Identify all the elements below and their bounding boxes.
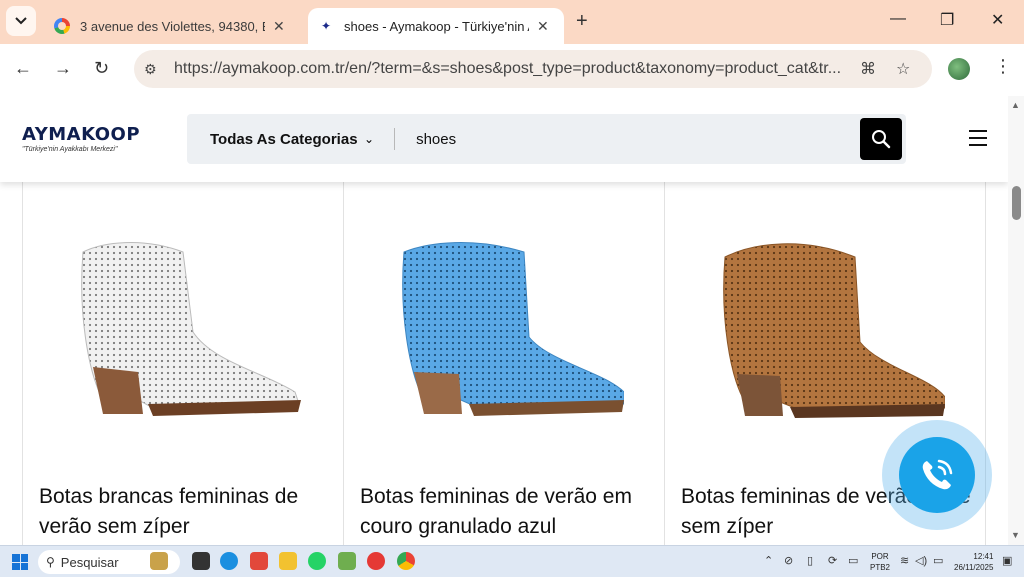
chrome-icon[interactable] [397, 552, 415, 570]
language-indicator[interactable]: POR PTB2 [870, 551, 890, 573]
web-page: AYMAKOOP "Türkiye'nin Ayakkabı Merkezi" … [0, 96, 1008, 545]
browser-toolbar: ← → ↻ ⚙ https://aymakoop.com.tr/en/?term… [0, 44, 1024, 96]
page-scrollbar[interactable]: ▲ ▼ [1008, 96, 1024, 545]
logo-tagline: "Türkiye'nin Ayakkabı Merkezi" [22, 146, 118, 153]
keyboard-layout: PTB2 [870, 563, 891, 572]
aymakoop-icon: ✦ [320, 19, 332, 33]
close-icon[interactable]: ✕ [273, 18, 285, 35]
call-button[interactable] [882, 420, 992, 530]
category-select[interactable]: Todas As Categorias [210, 131, 366, 148]
taskbar-clock[interactable]: 12:41 26/11/2025 [954, 551, 993, 573]
search-divider [394, 128, 396, 150]
edge-icon[interactable] [220, 552, 238, 570]
call-button-inner [899, 437, 975, 513]
address-bar[interactable]: ⚙ https://aymakoop.com.tr/en/?term=&s=sh… [134, 50, 932, 88]
anydesk-icon[interactable] [250, 552, 268, 570]
search-icon [872, 130, 891, 149]
tray-app-icon[interactable]: ▭ [848, 554, 858, 567]
tab-title: 3 avenue des Violettes, 94380, Bon [80, 18, 265, 34]
phone-icon [922, 459, 953, 490]
windows-start-icon[interactable] [12, 554, 28, 570]
language-code: POR [871, 552, 889, 561]
profile-avatar[interactable] [948, 58, 970, 80]
product-grid: Botas brancas femininas de verão sem zíp… [22, 182, 986, 545]
site-info-icon[interactable]: ⚙ [144, 61, 164, 78]
new-tab-button[interactable]: + [576, 10, 588, 33]
logo-text: AYMAKOOP [22, 124, 141, 145]
browser-tabstrip: 3 avenue des Violettes, 94380, Bon ✕ ✦ s… [0, 0, 1024, 44]
bookmark-star-icon[interactable]: ☆ [896, 59, 910, 79]
widget-icon[interactable] [150, 552, 168, 570]
product-card[interactable]: Botas brancas femininas de verão sem zíp… [22, 182, 344, 545]
restore-icon[interactable]: ❐ [940, 10, 954, 30]
notification-icon[interactable]: ▣ [1002, 554, 1012, 567]
menu-icon[interactable] [969, 130, 987, 151]
product-name[interactable]: Botas femininas de verão em couro granul… [360, 482, 656, 542]
opera-icon[interactable] [367, 552, 385, 570]
site-logo[interactable]: AYMAKOOP "Türkiye'nin Ayakkabı Merkezi" [22, 124, 140, 153]
scroll-up-icon[interactable]: ▲ [1011, 100, 1020, 110]
battery-icon[interactable]: ▭ [933, 554, 943, 567]
search-button[interactable] [860, 118, 902, 160]
wifi-icon[interactable]: ≋ [900, 554, 909, 567]
product-image-beige-boot[interactable] [705, 232, 945, 432]
back-icon[interactable]: ← [14, 58, 32, 79]
clock-time: 12:41 [973, 552, 994, 561]
scrollbar-thumb[interactable] [1012, 186, 1021, 220]
translate-icon[interactable]: ⌘ [860, 59, 876, 79]
search-input[interactable] [416, 130, 797, 148]
whatsapp-icon[interactable] [308, 552, 326, 570]
search-bar: Todas As Categorias ⌄ [187, 114, 906, 164]
taskview-icon[interactable] [192, 552, 210, 570]
chevron-down-icon [15, 17, 27, 25]
scroll-down-icon[interactable]: ▼ [1011, 530, 1020, 540]
usb-icon[interactable]: ▯ [807, 554, 813, 567]
network-off-icon[interactable]: ⊘ [784, 554, 793, 567]
chevron-up-icon[interactable]: ⌃ [764, 554, 773, 567]
reload-icon[interactable]: ↻ [94, 58, 109, 79]
url-text[interactable]: https://aymakoop.com.tr/en/?term=&s=shoe… [174, 60, 842, 78]
windows-taskbar: ⚲ Pesquisar ⌃ ⊘ ▯ ⟳ ▭ POR PTB2 ≋ ◁) ▭ 12… [0, 545, 1024, 577]
chevron-down-icon[interactable]: ⌄ [364, 132, 374, 146]
tab-google-maps[interactable]: 3 avenue des Violettes, 94380, Bon ✕ [44, 8, 306, 44]
more-menu-icon[interactable]: ⋮ [994, 56, 1012, 77]
forward-icon[interactable]: → [54, 58, 72, 79]
sync-icon[interactable]: ⟳ [828, 554, 837, 567]
file-explorer-icon[interactable] [279, 552, 297, 570]
product-image-white-boot[interactable] [63, 232, 303, 432]
tab-aymakoop[interactable]: ✦ shoes - Aymakoop - Türkiye'nin Ay ✕ [308, 8, 564, 44]
close-icon[interactable]: ✕ [537, 18, 549, 35]
tab-title: shoes - Aymakoop - Türkiye'nin Ay [344, 18, 529, 34]
tab-search-button[interactable] [6, 6, 36, 36]
close-window-icon[interactable]: ✕ [991, 10, 1004, 30]
taskbar-search-label: Pesquisar [60, 554, 119, 570]
search-icon: ⚲ [46, 555, 55, 569]
volume-icon[interactable]: ◁) [915, 554, 927, 567]
product-image-blue-boot[interactable] [384, 232, 624, 432]
site-header: AYMAKOOP "Türkiye'nin Ayakkabı Merkezi" … [0, 96, 1008, 182]
app-icon[interactable] [338, 552, 356, 570]
google-icon [54, 18, 70, 34]
product-name[interactable]: Botas brancas femininas de verão sem zíp… [39, 482, 335, 542]
minimize-icon[interactable]: — [890, 10, 906, 28]
product-card[interactable]: Botas femininas de verão em couro granul… [343, 182, 665, 545]
clock-date: 26/11/2025 [954, 563, 994, 572]
